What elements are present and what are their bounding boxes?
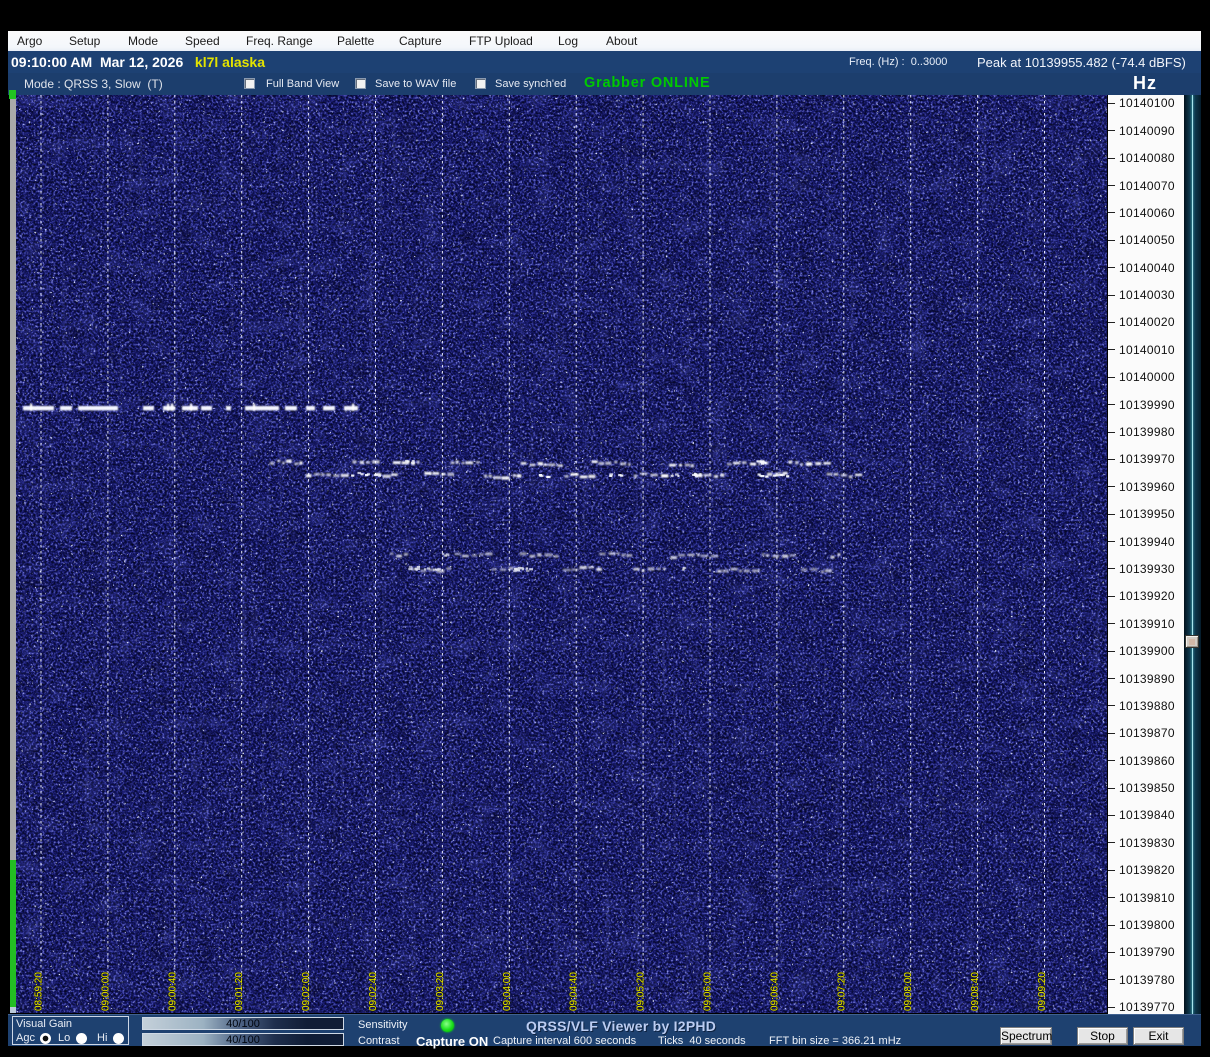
svg-text:09:06:40: 09:06:40 [769, 972, 780, 1011]
svg-text:09:06:00: 09:06:00 [703, 972, 714, 1011]
svg-text:09:04:40: 09:04:40 [569, 972, 580, 1011]
svg-text:09:00:00: 09:00:00 [100, 972, 111, 1011]
svg-text:09:05:20: 09:05:20 [636, 972, 647, 1011]
svg-text:09:04:00: 09:04:00 [502, 972, 513, 1011]
svg-text:09:09:20: 09:09:20 [1037, 972, 1048, 1011]
svg-text:09:02:40: 09:02:40 [368, 972, 379, 1011]
svg-text:09:01:20: 09:01:20 [234, 972, 245, 1011]
svg-text:09:00:40: 09:00:40 [167, 972, 178, 1011]
svg-text:09:03:20: 09:03:20 [435, 972, 446, 1011]
svg-text:09:07:20: 09:07:20 [836, 972, 847, 1011]
svg-text:09:02:00: 09:02:00 [301, 972, 312, 1011]
svg-text:09:08:00: 09:08:00 [903, 972, 914, 1011]
svg-text:09:08:40: 09:08:40 [970, 972, 981, 1011]
svg-text:08:59:20: 08:59:20 [34, 972, 45, 1011]
